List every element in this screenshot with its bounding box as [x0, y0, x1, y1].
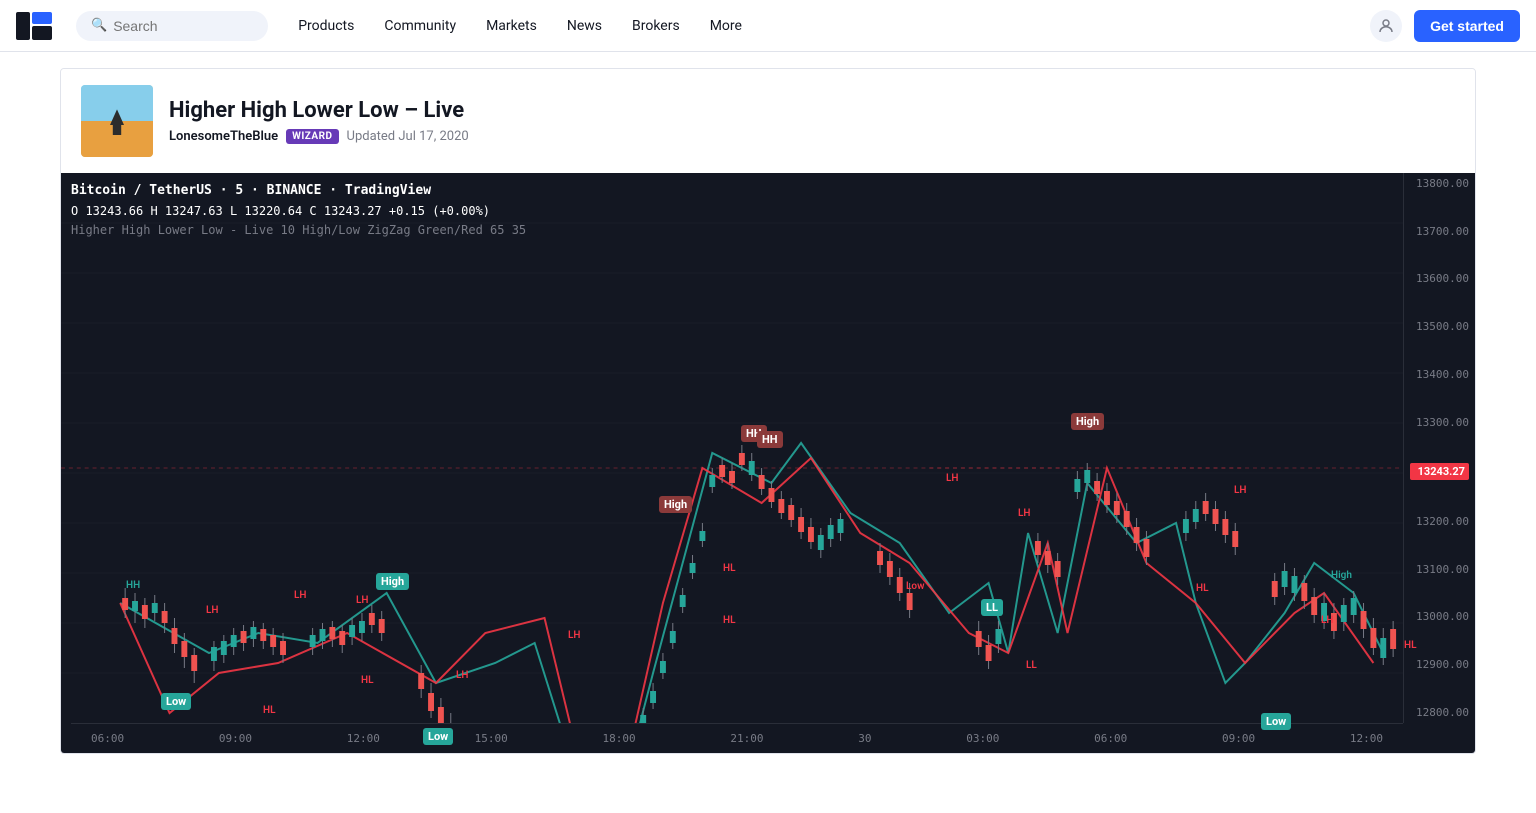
x-tick-9: 06:00: [1094, 732, 1127, 745]
user-icon[interactable]: [1370, 10, 1402, 42]
y-tick-9: 13000.00: [1410, 610, 1469, 623]
chart-info: Higher High Lower Low – Live LonesomeThe…: [169, 98, 469, 144]
x-tick-1: 06:00: [91, 732, 124, 745]
x-tick-3: 12:00: [347, 732, 380, 745]
search-bar[interactable]: 🔍: [76, 11, 268, 41]
nav-community[interactable]: Community: [370, 12, 470, 40]
symbol-line: Bitcoin / TetherUS · 5 · BINANCE · Tradi…: [71, 181, 526, 202]
author-name: LonesomeTheBlue: [169, 129, 278, 144]
nav-more[interactable]: More: [696, 12, 756, 40]
current-price-label: 13243.27: [1410, 463, 1469, 480]
chart-container: Bitcoin / TetherUS · 5 · BINANCE · Tradi…: [61, 173, 1475, 753]
search-icon: 🔍: [91, 18, 107, 33]
x-tick-2: 09:00: [219, 732, 252, 745]
y-tick-10: 12900.00: [1410, 658, 1469, 671]
chart-info-bar: Bitcoin / TetherUS · 5 · BINANCE · Tradi…: [71, 181, 526, 240]
chart-title: Higher High Lower Low – Live: [169, 98, 469, 123]
y-tick-11: 12800.00: [1410, 706, 1469, 719]
updated-date: Updated Jul 17, 2020: [347, 129, 469, 144]
ohlc-line: O 13243.66 H 13247.63 L 13220.64 C 13243…: [71, 202, 526, 221]
ohlc-values: O 13243.66 H 13247.63 L 13220.64 C 13243…: [71, 204, 490, 218]
main-header: 🔍 Products Community Markets News Broker…: [0, 0, 1536, 52]
chart-header: Higher High Lower Low – Live LonesomeThe…: [61, 69, 1475, 173]
x-tick-4: 15:00: [475, 732, 508, 745]
x-tick-5: 18:00: [603, 732, 636, 745]
chart-card: Higher High Lower Low – Live LonesomeThe…: [60, 68, 1476, 754]
y-tick-2: 13700.00: [1410, 225, 1469, 238]
y-tick-7: 13200.00: [1410, 515, 1469, 528]
x-tick-11: 12:00: [1350, 732, 1383, 745]
chart-svg: [61, 173, 1403, 723]
search-input[interactable]: [113, 18, 253, 34]
nav-products[interactable]: Products: [284, 12, 368, 40]
y-tick-3: 13600.00: [1410, 272, 1469, 285]
x-tick-7: 30: [858, 732, 871, 745]
x-tick-10: 09:00: [1222, 732, 1255, 745]
x-tick-6: 21:00: [730, 732, 763, 745]
y-axis: 13800.00 13700.00 13600.00 13500.00 1340…: [1403, 173, 1475, 723]
indicator-line: Higher High Lower Low - Live 10 High/Low…: [71, 221, 526, 240]
nav-brokers[interactable]: Brokers: [618, 12, 694, 40]
y-tick-5: 13400.00: [1410, 368, 1469, 381]
x-axis: 06:00 09:00 12:00 15:00 18:00 21:00 30 0…: [71, 723, 1403, 753]
avatar: [81, 85, 153, 157]
x-tick-8: 03:00: [966, 732, 999, 745]
main-nav: Products Community Markets News Brokers …: [284, 12, 1370, 40]
nav-markets[interactable]: Markets: [472, 12, 551, 40]
main-content: Higher High Lower Low – Live LonesomeThe…: [0, 68, 1536, 754]
logo[interactable]: [16, 12, 52, 40]
nav-news[interactable]: News: [553, 12, 616, 40]
wizard-badge: WIZARD: [286, 129, 338, 144]
chart-meta: LonesomeTheBlue WIZARD Updated Jul 17, 2…: [169, 129, 469, 144]
y-tick-6: 13300.00: [1410, 416, 1469, 429]
get-started-button[interactable]: Get started: [1414, 10, 1520, 42]
header-right: Get started: [1370, 10, 1520, 42]
y-tick-4: 13500.00: [1410, 320, 1469, 333]
y-tick-8: 13100.00: [1410, 563, 1469, 576]
y-tick-1: 13800.00: [1410, 177, 1469, 190]
